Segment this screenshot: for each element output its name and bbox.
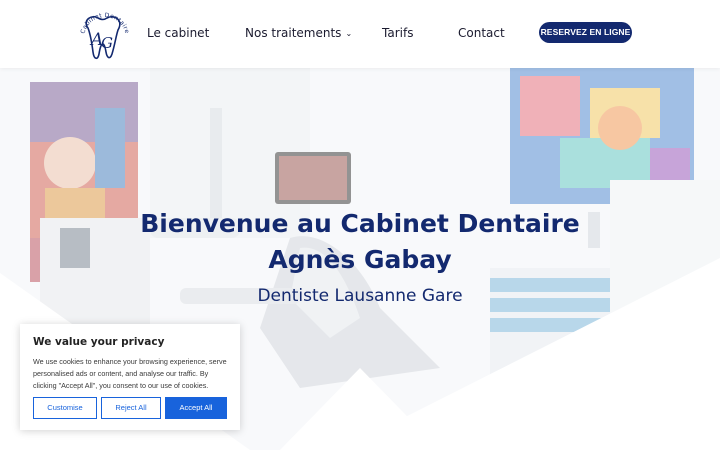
- accept-all-button[interactable]: Accept All: [165, 397, 227, 419]
- cookie-title: We value your privacy: [33, 336, 165, 348]
- hero-subtitle: Dentiste Lausanne Gare: [257, 286, 463, 306]
- customise-button[interactable]: Customise: [33, 397, 97, 419]
- nav-nos-traitements-label: Nos traitements: [245, 26, 342, 40]
- cookie-description: We use cookies to enhance your browsing …: [33, 357, 227, 390]
- nav-nos-traitements[interactable]: Nos traitements ⌄: [245, 26, 352, 40]
- hero-title-line-1: Bienvenue au Cabinet Dentaire: [140, 209, 580, 238]
- reject-all-button[interactable]: Reject All: [101, 397, 161, 419]
- svg-text:Cabinet Dentaire: Cabinet Dentaire: [79, 12, 130, 35]
- nav-le-cabinet[interactable]: Le cabinet: [147, 26, 209, 40]
- chevron-down-icon: ⌄: [345, 29, 353, 38]
- cookie-buttons: Customise Reject All Accept All: [33, 397, 227, 419]
- cookie-consent-banner: We value your privacy We use cookies to …: [20, 324, 240, 430]
- logo-arc-text: Cabinet Dentaire: [79, 12, 130, 35]
- hero-title-line-2: Agnès Gabay: [268, 245, 452, 274]
- reserve-online-button[interactable]: RESERVEZ EN LIGNE: [539, 22, 632, 43]
- site-header: Cabinet Dentaire A G Le cabinet Nos trai…: [0, 0, 720, 68]
- svg-text:G: G: [101, 34, 113, 52]
- nav-tarifs[interactable]: Tarifs: [382, 26, 413, 40]
- tooth-ag-logo-icon[interactable]: Cabinet Dentaire A G: [74, 8, 136, 66]
- nav-contact[interactable]: Contact: [458, 26, 505, 40]
